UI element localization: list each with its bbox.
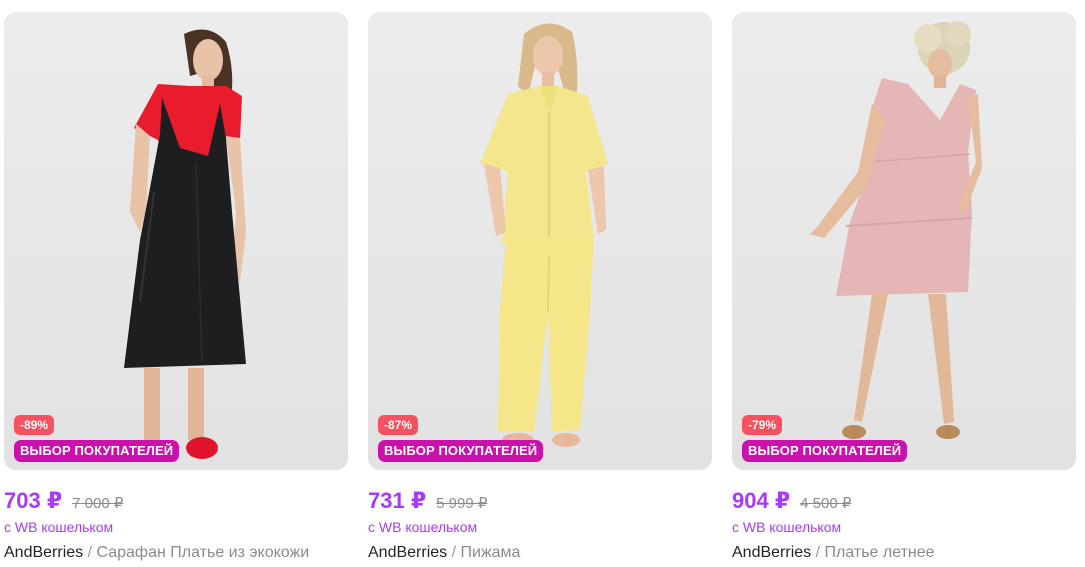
wallet-price-note[interactable]: с WB кошельком <box>368 519 477 535</box>
wallet-price-note[interactable]: с WB кошельком <box>4 519 113 535</box>
title-separator: / <box>83 544 97 561</box>
product-name: Платье летнее <box>824 544 935 561</box>
product-card[interactable]: -79% ВЫБОР ПОКУПАТЕЛЕЙ 904 ₽ 4 500 ₽ с W… <box>732 12 1076 567</box>
product-image <box>118 29 246 460</box>
price-row: 904 ₽ 4 500 ₽ <box>732 488 851 518</box>
product-name: Пижама <box>460 544 521 561</box>
old-price: 5 999 ₽ <box>436 495 488 512</box>
customers-choice-badge: ВЫБОР ПОКУПАТЕЛЕЙ <box>378 440 544 462</box>
current-price: 703 ₽ <box>4 488 63 513</box>
product-photo[interactable]: -87% ВЫБОР ПОКУПАТЕЛЕЙ <box>368 12 712 470</box>
product-photo[interactable]: -79% ВЫБОР ПОКУПАТЕЛЕЙ <box>732 12 1076 470</box>
old-price: 7 000 ₽ <box>72 495 124 512</box>
discount-badge: -89% <box>14 415 55 435</box>
product-grid: -89% ВЫБОР ПОКУПАТЕЛЕЙ 703 ₽ 7 000 ₽ с W… <box>0 0 1085 567</box>
product-brand: AndBerries <box>368 544 448 561</box>
product-photo[interactable]: -89% ВЫБОР ПОКУПАТЕЛЕЙ <box>4 12 348 470</box>
discount-badge: -87% <box>378 415 419 435</box>
price-row: 731 ₽ 5 999 ₽ <box>368 488 487 518</box>
title-separator: / <box>447 544 461 561</box>
product-brand: AndBerries <box>732 544 812 561</box>
title-separator: / <box>811 544 825 561</box>
discount-badge: -79% <box>742 415 783 435</box>
product-title[interactable]: AndBerries / Пижама <box>368 544 520 562</box>
product-image <box>810 21 982 439</box>
product-name: Сарафан Платье из экокожи <box>96 544 310 561</box>
current-price: 731 ₽ <box>368 488 427 513</box>
customers-choice-badge: ВЫБОР ПОКУПАТЕЛЕЙ <box>742 440 908 462</box>
old-price: 4 500 ₽ <box>800 495 852 512</box>
product-card[interactable]: -87% ВЫБОР ПОКУПАТЕЛЕЙ 731 ₽ 5 999 ₽ с W… <box>368 12 712 567</box>
wallet-price-note[interactable]: с WB кошельком <box>732 519 841 535</box>
product-image <box>480 23 608 447</box>
price-row: 703 ₽ 7 000 ₽ <box>4 488 123 518</box>
customers-choice-badge: ВЫБОР ПОКУПАТЕЛЕЙ <box>14 440 180 462</box>
product-brand: AndBerries <box>4 544 84 561</box>
current-price: 904 ₽ <box>732 488 791 513</box>
product-title[interactable]: AndBerries / Сарафан Платье из экокожи <box>4 544 309 562</box>
product-card[interactable]: -89% ВЫБОР ПОКУПАТЕЛЕЙ 703 ₽ 7 000 ₽ с W… <box>4 12 348 567</box>
product-title[interactable]: AndBerries / Платье летнее <box>732 544 935 562</box>
